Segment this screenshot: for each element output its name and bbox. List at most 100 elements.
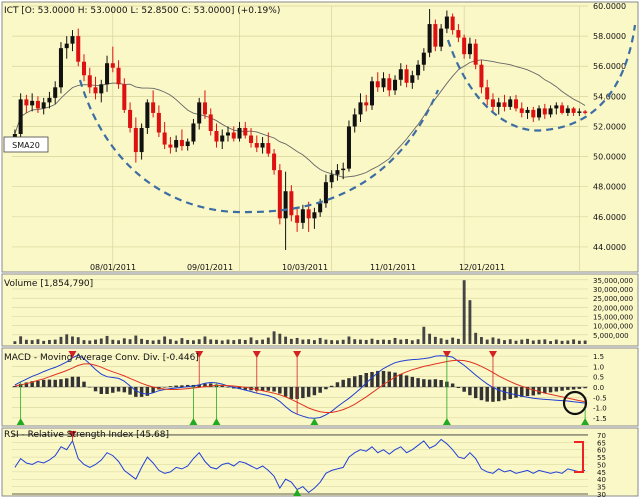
volume-bar [174,340,178,344]
candle-body [168,144,173,148]
volume-bar [192,340,195,344]
macd-histogram-bar [577,387,582,389]
candle-body [76,36,81,62]
candle-body [110,63,115,68]
candle [433,19,438,52]
candle-body [364,102,369,106]
candle-body [128,109,133,128]
volume-bar [583,340,587,344]
volume-bar [456,338,460,344]
macd-histogram-bar [560,387,564,391]
candle [473,39,478,70]
volume-bar [71,336,74,344]
volume-bar [549,341,552,344]
date-tick-label: 11/01/2011 [370,263,416,272]
candle-body [577,111,582,113]
volume-bar [405,339,408,344]
volume-bar [186,339,190,344]
volume-bar [180,338,184,344]
volume-bar [537,339,541,344]
candle-body [444,16,449,29]
macd-histogram-bar [462,387,466,392]
candle-body [87,75,92,88]
price-tick-label: 48.0000 [593,183,626,192]
macd-histogram-bar [99,387,104,394]
candle-body [502,102,507,107]
macd-histogram-bar [364,373,368,387]
volume-bar [145,339,149,344]
candle-body [122,84,127,110]
volume-bar [577,340,581,344]
volume-tick-label: 20,000,000 [593,304,633,312]
candle-body [249,135,254,144]
volume-bar [105,335,109,344]
volume-bar [48,339,51,344]
macd-histogram-bar [502,387,507,401]
candle-body [398,69,403,80]
macd-histogram-bar [139,387,144,397]
candle-body [47,97,52,103]
candle-body [542,108,547,115]
volume-panel-title: Volume [1,854,790] [4,279,93,289]
candle-body [433,24,438,47]
candle-body [18,99,23,134]
volume-bar [42,340,46,344]
macd-histogram-bar [70,376,75,387]
volume-bar [128,339,132,344]
candle-body [30,100,35,106]
candle-body [479,64,484,88]
candle-body [548,108,553,115]
candle-body [375,81,380,88]
volume-bar [330,340,334,344]
candle-body [456,30,461,38]
candle-body [352,114,357,127]
volume-bar [572,339,576,344]
volume-bar [416,339,420,344]
macd-histogram-bar [427,379,432,387]
price-tick-label: 60.0000 [593,2,626,11]
candle-body [214,130,219,142]
candle-body [156,112,161,133]
candle-body [139,127,144,153]
price-tick-label: 44.0000 [593,243,626,252]
volume-bar [82,340,86,344]
volume-bar [151,340,155,344]
macd-histogram-bar [531,387,536,396]
volume-bar [53,339,57,344]
volume-tick-label: 10,000,000 [593,323,633,331]
volume-bar [433,336,437,344]
candle-body [300,209,305,223]
rsi-panel-title: RSI - Relative Strength Index [45.68] [4,430,169,440]
candle [58,42,63,94]
macd-histogram-bar [226,387,230,388]
candle-body [283,191,288,219]
volume-bar [554,339,558,344]
macd-histogram-bar [548,387,553,393]
volume-bar [111,339,115,344]
candle-body [24,99,29,106]
macd-histogram-bar [53,379,57,387]
volume-bar [341,339,345,344]
volume-bar [410,340,414,344]
volume-bar [36,339,40,344]
volume-bar [566,340,570,344]
volume-bar [468,300,472,344]
candle-body [133,127,138,153]
macd-histogram-bar [318,387,322,393]
macd-histogram-bar [387,371,392,387]
volume-bar [312,340,316,344]
volume-bar [19,336,23,344]
candle-body [421,52,426,65]
macd-histogram-bar [93,387,98,392]
macd-tick-label: -1.5 [593,415,607,423]
candle-body [571,108,576,113]
candle-body [197,102,202,124]
price-tick-label: 46.0000 [593,213,626,222]
candle-body [191,123,196,142]
macd-histogram-bar [312,387,317,396]
macd-histogram-bar [433,379,438,387]
volume-bar [238,339,241,344]
volume-bar [278,333,282,344]
candle-body [237,127,242,139]
volume-bar [399,339,403,344]
